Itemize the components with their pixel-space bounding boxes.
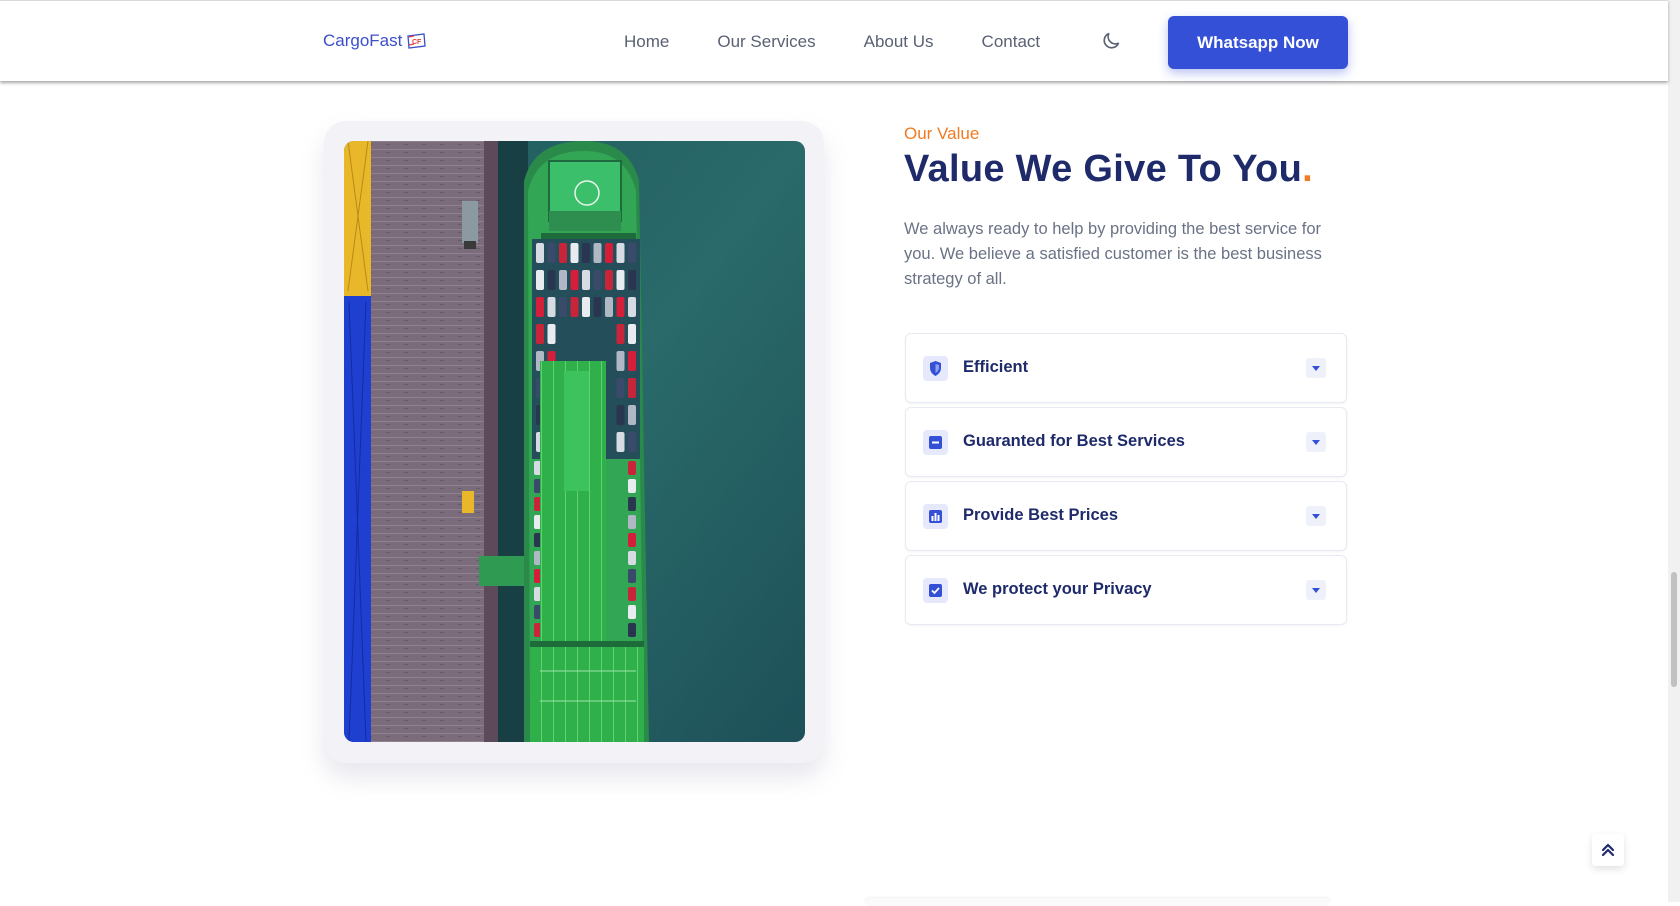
car-shape <box>547 243 556 263</box>
car-shape <box>582 297 590 317</box>
accordion-label: Guaranted for Best Services <box>963 432 1185 450</box>
car-shape <box>559 297 567 317</box>
car-shape <box>536 270 544 290</box>
section-heading-text: Value We Give To You <box>904 148 1303 190</box>
accordion-item-privacy[interactable]: We protect your Privacy <box>905 555 1347 625</box>
car-shape <box>616 432 625 452</box>
car-shape <box>616 243 625 263</box>
car-shape <box>628 432 636 452</box>
car-shape <box>547 324 556 344</box>
car-shape <box>616 270 625 290</box>
car-shape <box>628 324 636 344</box>
brand-mark-icon: CF <box>407 33 427 49</box>
car-shape <box>628 605 636 619</box>
car-shape <box>593 270 602 290</box>
section-description: We always ready to help by providing the… <box>904 220 1322 288</box>
car-shape <box>570 270 579 290</box>
page-scrollbar[interactable] <box>1668 0 1680 902</box>
accordion-label: Provide Best Prices <box>963 506 1118 524</box>
shield-icon <box>923 356 948 381</box>
main-nav: Home Our Services About Us Contact <box>624 32 1088 52</box>
car-shape <box>605 270 613 290</box>
car-shape <box>582 243 590 263</box>
section-heading: Value We Give To You. <box>904 148 1313 191</box>
car-shape <box>628 461 636 475</box>
car-shape <box>628 515 636 529</box>
scroll-to-top-button[interactable] <box>1592 834 1624 866</box>
car-shape <box>616 324 625 344</box>
cargo-ship-photo <box>344 141 805 742</box>
car-shape <box>628 533 636 547</box>
car-shape <box>536 243 544 263</box>
car-shape <box>559 243 567 263</box>
car-shape <box>628 587 636 601</box>
car-shape <box>605 297 613 317</box>
car-shape <box>628 378 636 398</box>
car-shape <box>616 351 625 371</box>
car-shape <box>628 623 636 637</box>
accordion-item-guaranted[interactable]: Guaranted for Best Services <box>905 407 1347 477</box>
cargo-ship-illustration <box>344 141 805 742</box>
heading-accent-dot: . <box>1302 148 1313 190</box>
bar-chart-icon <box>923 504 948 529</box>
whatsapp-now-button[interactable]: Whatsapp Now <box>1168 16 1348 69</box>
car-shape <box>593 297 602 317</box>
nav-link-about-us[interactable]: About Us <box>864 32 934 52</box>
top-navbar: CargoFast CF Home Our Services About Us … <box>0 0 1668 81</box>
section-eyebrow: Our Value <box>904 124 980 143</box>
nav-link-contact[interactable]: Contact <box>982 32 1041 52</box>
car-shape <box>628 270 636 290</box>
brand-logo[interactable]: CargoFast CF <box>323 31 427 51</box>
car-shape <box>536 297 544 317</box>
car-shape <box>593 243 602 263</box>
chevron-down-icon[interactable] <box>1306 580 1326 600</box>
chevron-down-icon[interactable] <box>1306 506 1326 526</box>
car-shape <box>570 243 579 263</box>
car-shape <box>628 479 636 493</box>
nav-link-our-services[interactable]: Our Services <box>717 32 815 52</box>
nav-link-home[interactable]: Home <box>624 32 669 52</box>
accordion-item-efficient[interactable]: Efficient <box>905 333 1347 403</box>
accordion-item-best-prices[interactable]: Provide Best Prices <box>905 481 1347 551</box>
car-shape <box>616 405 625 425</box>
chevron-down-icon[interactable] <box>1306 358 1326 378</box>
minus-square-icon <box>923 430 948 455</box>
car-shape <box>582 270 590 290</box>
brand-mark-text: CF <box>412 39 422 46</box>
car-shape <box>605 243 613 263</box>
car-shape <box>628 551 636 565</box>
car-shape <box>547 297 556 317</box>
scrollbar-thumb[interactable] <box>1671 572 1677 687</box>
checkbox-icon <box>923 578 948 603</box>
moon-icon[interactable] <box>1100 30 1122 52</box>
brand-name: CargoFast <box>323 31 403 50</box>
next-section-card-edge <box>865 898 1330 906</box>
car-shape <box>570 297 579 317</box>
car-shape <box>616 378 625 398</box>
accordion-label: Efficient <box>963 358 1029 376</box>
values-accordion: Efficient Guaranted for Best Services Pr… <box>905 333 1347 629</box>
car-shape <box>628 497 636 511</box>
car-shape <box>628 351 636 371</box>
car-shape <box>628 243 636 263</box>
double-chevron-up-icon <box>1601 843 1615 857</box>
car-shape <box>547 270 556 290</box>
accordion-label: We protect your Privacy <box>963 580 1152 598</box>
car-shape <box>628 297 636 317</box>
car-shape <box>628 405 636 425</box>
chevron-down-icon[interactable] <box>1306 432 1326 452</box>
car-shape <box>628 569 636 583</box>
car-shape <box>559 270 567 290</box>
car-shape <box>616 297 625 317</box>
value-image-card <box>324 121 824 763</box>
car-shape <box>536 324 544 344</box>
